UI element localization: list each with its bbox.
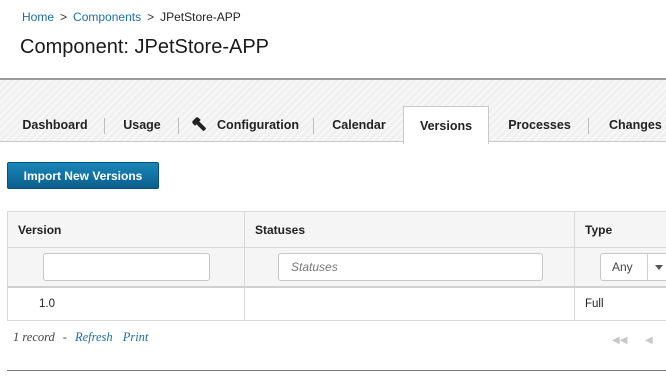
breadcrumb-components-link[interactable]: Components <box>73 10 141 24</box>
cell-version[interactable]: 1.0 <box>39 298 55 310</box>
record-count: 1 record <box>13 330 55 344</box>
breadcrumb-separator: > <box>147 10 155 24</box>
tab-divider <box>313 118 314 134</box>
import-new-versions-button[interactable]: Import New Versions <box>7 162 159 189</box>
refresh-link[interactable]: Refresh <box>75 330 113 344</box>
table-row[interactable]: 1.0 Full <box>7 288 666 321</box>
tab-divider <box>178 118 179 134</box>
print-link[interactable]: Print <box>123 330 149 344</box>
tab-versions[interactable]: Versions <box>403 106 489 144</box>
tab-dashboard[interactable]: Dashboard <box>6 107 104 143</box>
cell-type: Full <box>585 298 604 310</box>
statuses-filter-input[interactable]: Statuses <box>278 253 543 281</box>
tab-calendar[interactable]: Calendar <box>315 107 403 143</box>
breadcrumb-current: JPetStore-APP <box>160 10 241 24</box>
column-divider <box>574 288 575 320</box>
wrench-icon <box>190 115 210 135</box>
version-filter-input[interactable] <box>43 253 210 281</box>
column-header-type[interactable]: Type <box>585 223 612 237</box>
breadcrumb: Home > Components > JPetStore-APP <box>22 10 241 24</box>
table-footer: 1 record - Refresh Print <box>13 330 148 345</box>
table-filter-row: Statuses Any <box>7 248 666 288</box>
breadcrumb-separator: > <box>60 10 68 24</box>
page-title: Component: JPetStore-APP <box>20 36 270 58</box>
tab-configuration-label: Configuration <box>217 118 299 132</box>
column-divider <box>244 248 245 286</box>
chevron-down-icon <box>647 254 666 280</box>
first-page-icon[interactable]: ◀◀ <box>612 335 627 346</box>
type-filter-value: Any <box>612 260 633 274</box>
tab-usage[interactable]: Usage <box>106 107 178 143</box>
column-divider <box>574 212 575 247</box>
tab-configuration[interactable]: Configuration <box>180 107 312 143</box>
tab-divider <box>104 118 105 134</box>
column-divider <box>244 288 245 320</box>
tab-divider <box>588 118 589 134</box>
column-divider <box>574 248 575 286</box>
breadcrumb-home-link[interactable]: Home <box>22 10 54 24</box>
type-filter-select[interactable]: Any <box>600 253 666 281</box>
tab-changes[interactable]: Changes <box>590 107 666 143</box>
divider <box>7 370 666 371</box>
column-header-version[interactable]: Version <box>18 223 61 237</box>
versions-table: Version Statuses Type Statuses Any 1.0 F… <box>7 211 666 321</box>
column-header-statuses[interactable]: Statuses <box>255 223 305 237</box>
column-divider <box>244 212 245 247</box>
previous-page-icon[interactable]: ◀ <box>645 335 653 346</box>
tab-bar: Dashboard Usage Configuration Calendar V… <box>0 78 666 144</box>
tab-processes[interactable]: Processes <box>491 107 588 143</box>
table-header-row: Version Statuses Type <box>7 212 666 248</box>
footer-separator: - <box>62 330 67 344</box>
